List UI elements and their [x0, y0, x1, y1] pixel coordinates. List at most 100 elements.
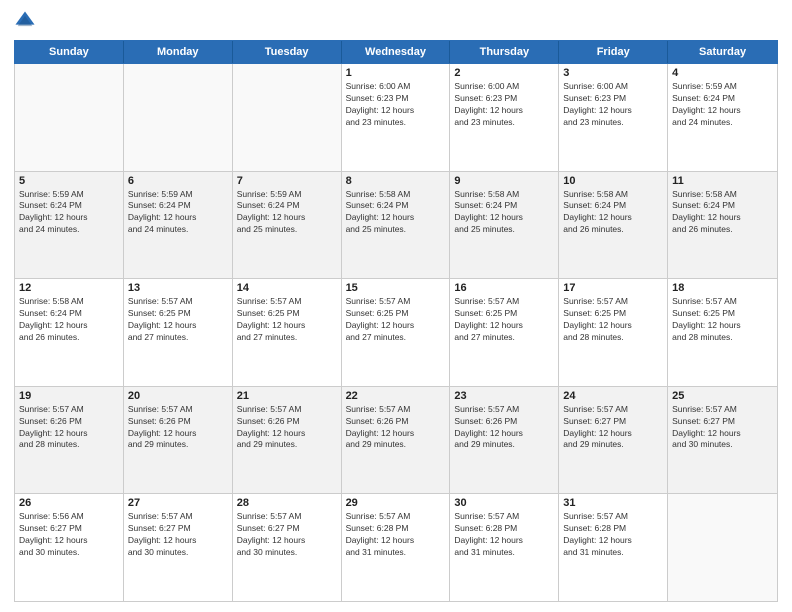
- day-number: 8: [346, 175, 446, 187]
- day-info: Sunrise: 5:57 AM Sunset: 6:26 PM Dayligh…: [346, 404, 446, 452]
- calendar: Sunday Monday Tuesday Wednesday Thursday…: [14, 40, 778, 602]
- calendar-week-4: 19 Sunrise: 5:57 AM Sunset: 6:26 PM Dayli…: [15, 387, 777, 495]
- calendar-cell: 9 Sunrise: 5:58 AM Sunset: 6:24 PM Daylig…: [450, 172, 559, 279]
- calendar-cell: 12Sunrise: 5:58 AM Sunset: 6:24 PM Dayli…: [15, 279, 124, 386]
- calendar-cell: 22Sunrise: 5:57 AM Sunset: 6:26 PM Dayli…: [342, 387, 451, 494]
- day-number: 5: [19, 175, 119, 187]
- calendar-cell: 25 Sunrise: 5:57 AM Sunset: 6:27 PM Dayli…: [668, 387, 777, 494]
- calendar-cell: [15, 64, 124, 171]
- calendar-cell: 11 Sunrise: 5:58 AM Sunset: 6:24 PM Dayli…: [668, 172, 777, 279]
- day-number: 31: [563, 497, 663, 509]
- day-info: Sunrise: 5:57 AM Sunset: 6:25 PM Dayligh…: [672, 296, 773, 344]
- day-number: 17: [563, 282, 663, 294]
- calendar-cell: 23Sunrise: 5:57 AM Sunset: 6:26 PM Dayli…: [450, 387, 559, 494]
- day-info: Sunrise: 5:59 AM Sunset: 6:24 PM Dayligh…: [237, 189, 337, 237]
- calendar-body: 1 Sunrise: 6:00 AM Sunset: 6:23 PM Daylig…: [14, 64, 778, 602]
- header-tuesday: Tuesday: [233, 41, 342, 63]
- day-number: 21: [237, 390, 337, 402]
- day-number: 6: [128, 175, 228, 187]
- calendar-cell: 4 Sunrise: 5:59 AM Sunset: 6:24 PM Daylig…: [668, 64, 777, 171]
- day-number: 20: [128, 390, 228, 402]
- day-info: Sunrise: 6:00 AM Sunset: 6:23 PM Dayligh…: [454, 81, 554, 129]
- day-info: Sunrise: 5:57 AM Sunset: 6:25 PM Dayligh…: [563, 296, 663, 344]
- calendar-cell: 15 Sunrise: 5:57 AM Sunset: 6:25 PM Dayli…: [342, 279, 451, 386]
- calendar-cell: 26Sunrise: 5:56 AM Sunset: 6:27 PM Dayli…: [15, 494, 124, 601]
- day-info: Sunrise: 5:57 AM Sunset: 6:27 PM Dayligh…: [128, 511, 228, 559]
- day-number: 13: [128, 282, 228, 294]
- calendar-cell: 19 Sunrise: 5:57 AM Sunset: 6:26 PM Dayli…: [15, 387, 124, 494]
- day-info: Sunrise: 5:57 AM Sunset: 6:27 PM Dayligh…: [672, 404, 773, 452]
- calendar-cell: 13 Sunrise: 5:57 AM Sunset: 6:25 PM Dayli…: [124, 279, 233, 386]
- day-info: Sunrise: 5:57 AM Sunset: 6:25 PM Dayligh…: [346, 296, 446, 344]
- header-saturday: Saturday: [668, 41, 777, 63]
- day-info: Sunrise: 5:58 AM Sunset: 6:24 PM Dayligh…: [346, 189, 446, 237]
- day-info: Sunrise: 5:57 AM Sunset: 6:26 PM Dayligh…: [237, 404, 337, 452]
- day-info: Sunrise: 5:56 AM Sunset: 6:27 PM Dayligh…: [19, 511, 119, 559]
- header-sunday: Sunday: [15, 41, 124, 63]
- day-number: 18: [672, 282, 773, 294]
- day-number: 19: [19, 390, 119, 402]
- day-number: 15: [346, 282, 446, 294]
- day-number: 14: [237, 282, 337, 294]
- day-number: 4: [672, 67, 773, 79]
- calendar-cell: 20 Sunrise: 5:57 AM Sunset: 6:26 PM Dayli…: [124, 387, 233, 494]
- calendar-cell: 28Sunrise: 5:57 AM Sunset: 6:27 PM Dayli…: [233, 494, 342, 601]
- day-number: 2: [454, 67, 554, 79]
- calendar-cell: 30 Sunrise: 5:57 AM Sunset: 6:28 PM Dayli…: [450, 494, 559, 601]
- day-info: Sunrise: 5:57 AM Sunset: 6:27 PM Dayligh…: [563, 404, 663, 452]
- header-thursday: Thursday: [450, 41, 559, 63]
- day-info: Sunrise: 5:58 AM Sunset: 6:24 PM Dayligh…: [454, 189, 554, 237]
- day-info: Sunrise: 5:57 AM Sunset: 6:28 PM Dayligh…: [563, 511, 663, 559]
- day-info: Sunrise: 5:57 AM Sunset: 6:28 PM Dayligh…: [454, 511, 554, 559]
- day-number: 16: [454, 282, 554, 294]
- calendar-cell: 21 Sunrise: 5:57 AM Sunset: 6:26 PM Dayli…: [233, 387, 342, 494]
- calendar-cell: [668, 494, 777, 601]
- day-number: 27: [128, 497, 228, 509]
- calendar-cell: 6Sunrise: 5:59 AM Sunset: 6:24 PM Daylig…: [124, 172, 233, 279]
- day-number: 11: [672, 175, 773, 187]
- day-number: 30: [454, 497, 554, 509]
- day-info: Sunrise: 6:00 AM Sunset: 6:23 PM Dayligh…: [346, 81, 446, 129]
- day-info: Sunrise: 5:57 AM Sunset: 6:26 PM Dayligh…: [19, 404, 119, 452]
- calendar-cell: [233, 64, 342, 171]
- day-number: 7: [237, 175, 337, 187]
- day-info: Sunrise: 5:58 AM Sunset: 6:24 PM Dayligh…: [672, 189, 773, 237]
- logo: [14, 10, 40, 32]
- day-info: Sunrise: 5:59 AM Sunset: 6:24 PM Dayligh…: [19, 189, 119, 237]
- day-number: 1: [346, 67, 446, 79]
- calendar-cell: 8 Sunrise: 5:58 AM Sunset: 6:24 PM Daylig…: [342, 172, 451, 279]
- day-number: 24: [563, 390, 663, 402]
- day-number: 10: [563, 175, 663, 187]
- day-number: 9: [454, 175, 554, 187]
- day-info: Sunrise: 6:00 AM Sunset: 6:23 PM Dayligh…: [563, 81, 663, 129]
- header-friday: Friday: [559, 41, 668, 63]
- calendar-cell: 2 Sunrise: 6:00 AM Sunset: 6:23 PM Daylig…: [450, 64, 559, 171]
- day-info: Sunrise: 5:57 AM Sunset: 6:28 PM Dayligh…: [346, 511, 446, 559]
- calendar-week-1: 1 Sunrise: 6:00 AM Sunset: 6:23 PM Daylig…: [15, 64, 777, 172]
- calendar-cell: 29 Sunrise: 5:57 AM Sunset: 6:28 PM Dayli…: [342, 494, 451, 601]
- logo-icon: [14, 10, 36, 32]
- header-wednesday: Wednesday: [342, 41, 451, 63]
- calendar-cell: 7 Sunrise: 5:59 AM Sunset: 6:24 PM Daylig…: [233, 172, 342, 279]
- calendar-cell: 1 Sunrise: 6:00 AM Sunset: 6:23 PM Daylig…: [342, 64, 451, 171]
- day-number: 29: [346, 497, 446, 509]
- calendar-week-3: 12Sunrise: 5:58 AM Sunset: 6:24 PM Dayli…: [15, 279, 777, 387]
- day-info: Sunrise: 5:58 AM Sunset: 6:24 PM Dayligh…: [563, 189, 663, 237]
- calendar-cell: 18 Sunrise: 5:57 AM Sunset: 6:25 PM Dayli…: [668, 279, 777, 386]
- day-number: 25: [672, 390, 773, 402]
- day-info: Sunrise: 5:59 AM Sunset: 6:24 PM Dayligh…: [672, 81, 773, 129]
- calendar-cell: [124, 64, 233, 171]
- day-info: Sunrise: 5:57 AM Sunset: 6:27 PM Dayligh…: [237, 511, 337, 559]
- calendar-header: Sunday Monday Tuesday Wednesday Thursday…: [14, 40, 778, 64]
- day-info: Sunrise: 5:57 AM Sunset: 6:25 PM Dayligh…: [128, 296, 228, 344]
- calendar-week-2: 5 Sunrise: 5:59 AM Sunset: 6:24 PM Daylig…: [15, 172, 777, 280]
- page: Sunday Monday Tuesday Wednesday Thursday…: [0, 0, 792, 612]
- calendar-cell: 3Sunrise: 6:00 AM Sunset: 6:23 PM Daylig…: [559, 64, 668, 171]
- calendar-cell: 16Sunrise: 5:57 AM Sunset: 6:25 PM Dayli…: [450, 279, 559, 386]
- calendar-week-5: 26Sunrise: 5:56 AM Sunset: 6:27 PM Dayli…: [15, 494, 777, 601]
- calendar-cell: 31 Sunrise: 5:57 AM Sunset: 6:28 PM Dayli…: [559, 494, 668, 601]
- day-info: Sunrise: 5:57 AM Sunset: 6:25 PM Dayligh…: [237, 296, 337, 344]
- calendar-cell: 10 Sunrise: 5:58 AM Sunset: 6:24 PM Dayli…: [559, 172, 668, 279]
- calendar-cell: 5 Sunrise: 5:59 AM Sunset: 6:24 PM Daylig…: [15, 172, 124, 279]
- day-info: Sunrise: 5:57 AM Sunset: 6:26 PM Dayligh…: [128, 404, 228, 452]
